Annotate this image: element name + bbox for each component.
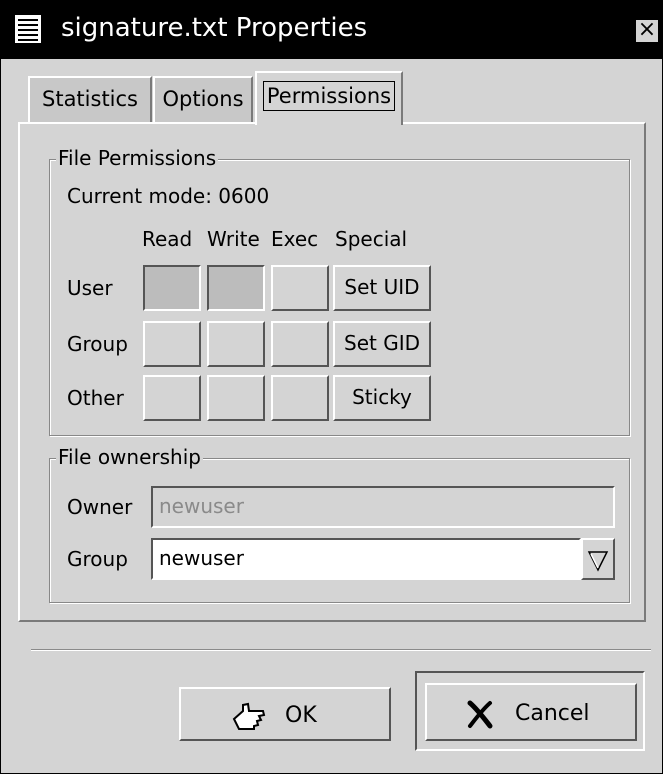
other-exec-toggle[interactable] — [271, 375, 329, 421]
x-cancel-icon — [465, 699, 495, 735]
cancel-button[interactable]: Cancel — [425, 683, 637, 741]
ok-hand-icon — [231, 701, 269, 737]
column-read: Read — [142, 227, 193, 251]
group-label: Group — [67, 547, 128, 571]
other-write-toggle[interactable] — [207, 375, 265, 421]
user-write-toggle[interactable] — [207, 265, 265, 311]
file-ownership-title: File ownership — [56, 445, 203, 469]
title-bar[interactable]: signature.txt Properties × — [1, 1, 662, 59]
current-mode-label: Current mode: 0600 — [67, 184, 270, 208]
row-label-other: Other — [67, 386, 124, 410]
window-menu-icon[interactable] — [15, 15, 41, 43]
row-label-user: User — [67, 276, 113, 300]
group-write-toggle[interactable] — [207, 321, 265, 367]
close-icon: × — [637, 17, 657, 42]
owner-field: newuser — [151, 486, 615, 528]
close-button[interactable]: × — [635, 19, 659, 43]
group-combo-input[interactable]: newuser — [151, 538, 581, 580]
owner-label: Owner — [67, 495, 133, 519]
ok-button[interactable]: OK — [179, 687, 391, 741]
tab-options[interactable]: Options — [153, 76, 253, 122]
file-permissions-title: File Permissions — [56, 146, 219, 170]
other-read-toggle[interactable] — [143, 375, 201, 421]
column-write: Write — [207, 227, 260, 251]
properties-dialog: signature.txt Properties × Statistics Op… — [0, 0, 663, 774]
set-gid-toggle[interactable]: Set GID — [333, 321, 431, 367]
user-read-toggle[interactable] — [143, 265, 201, 311]
tab-statistics[interactable]: Statistics — [28, 76, 152, 122]
column-special: Special — [335, 227, 408, 251]
chevron-down-icon — [587, 551, 609, 572]
group-read-toggle[interactable] — [143, 321, 201, 367]
tab-permissions[interactable]: Permissions — [255, 71, 403, 125]
window-title: signature.txt Properties — [61, 13, 368, 43]
set-uid-toggle[interactable]: Set UID — [333, 265, 431, 311]
column-exec: Exec — [271, 227, 319, 251]
separator — [31, 649, 651, 651]
user-exec-toggle[interactable] — [271, 265, 329, 311]
group-exec-toggle[interactable] — [271, 321, 329, 367]
row-label-group: Group — [67, 332, 128, 356]
file-ownership-frame: File ownership — [49, 445, 630, 603]
sticky-toggle[interactable]: Sticky — [333, 375, 431, 421]
group-dropdown-button[interactable] — [581, 538, 615, 580]
